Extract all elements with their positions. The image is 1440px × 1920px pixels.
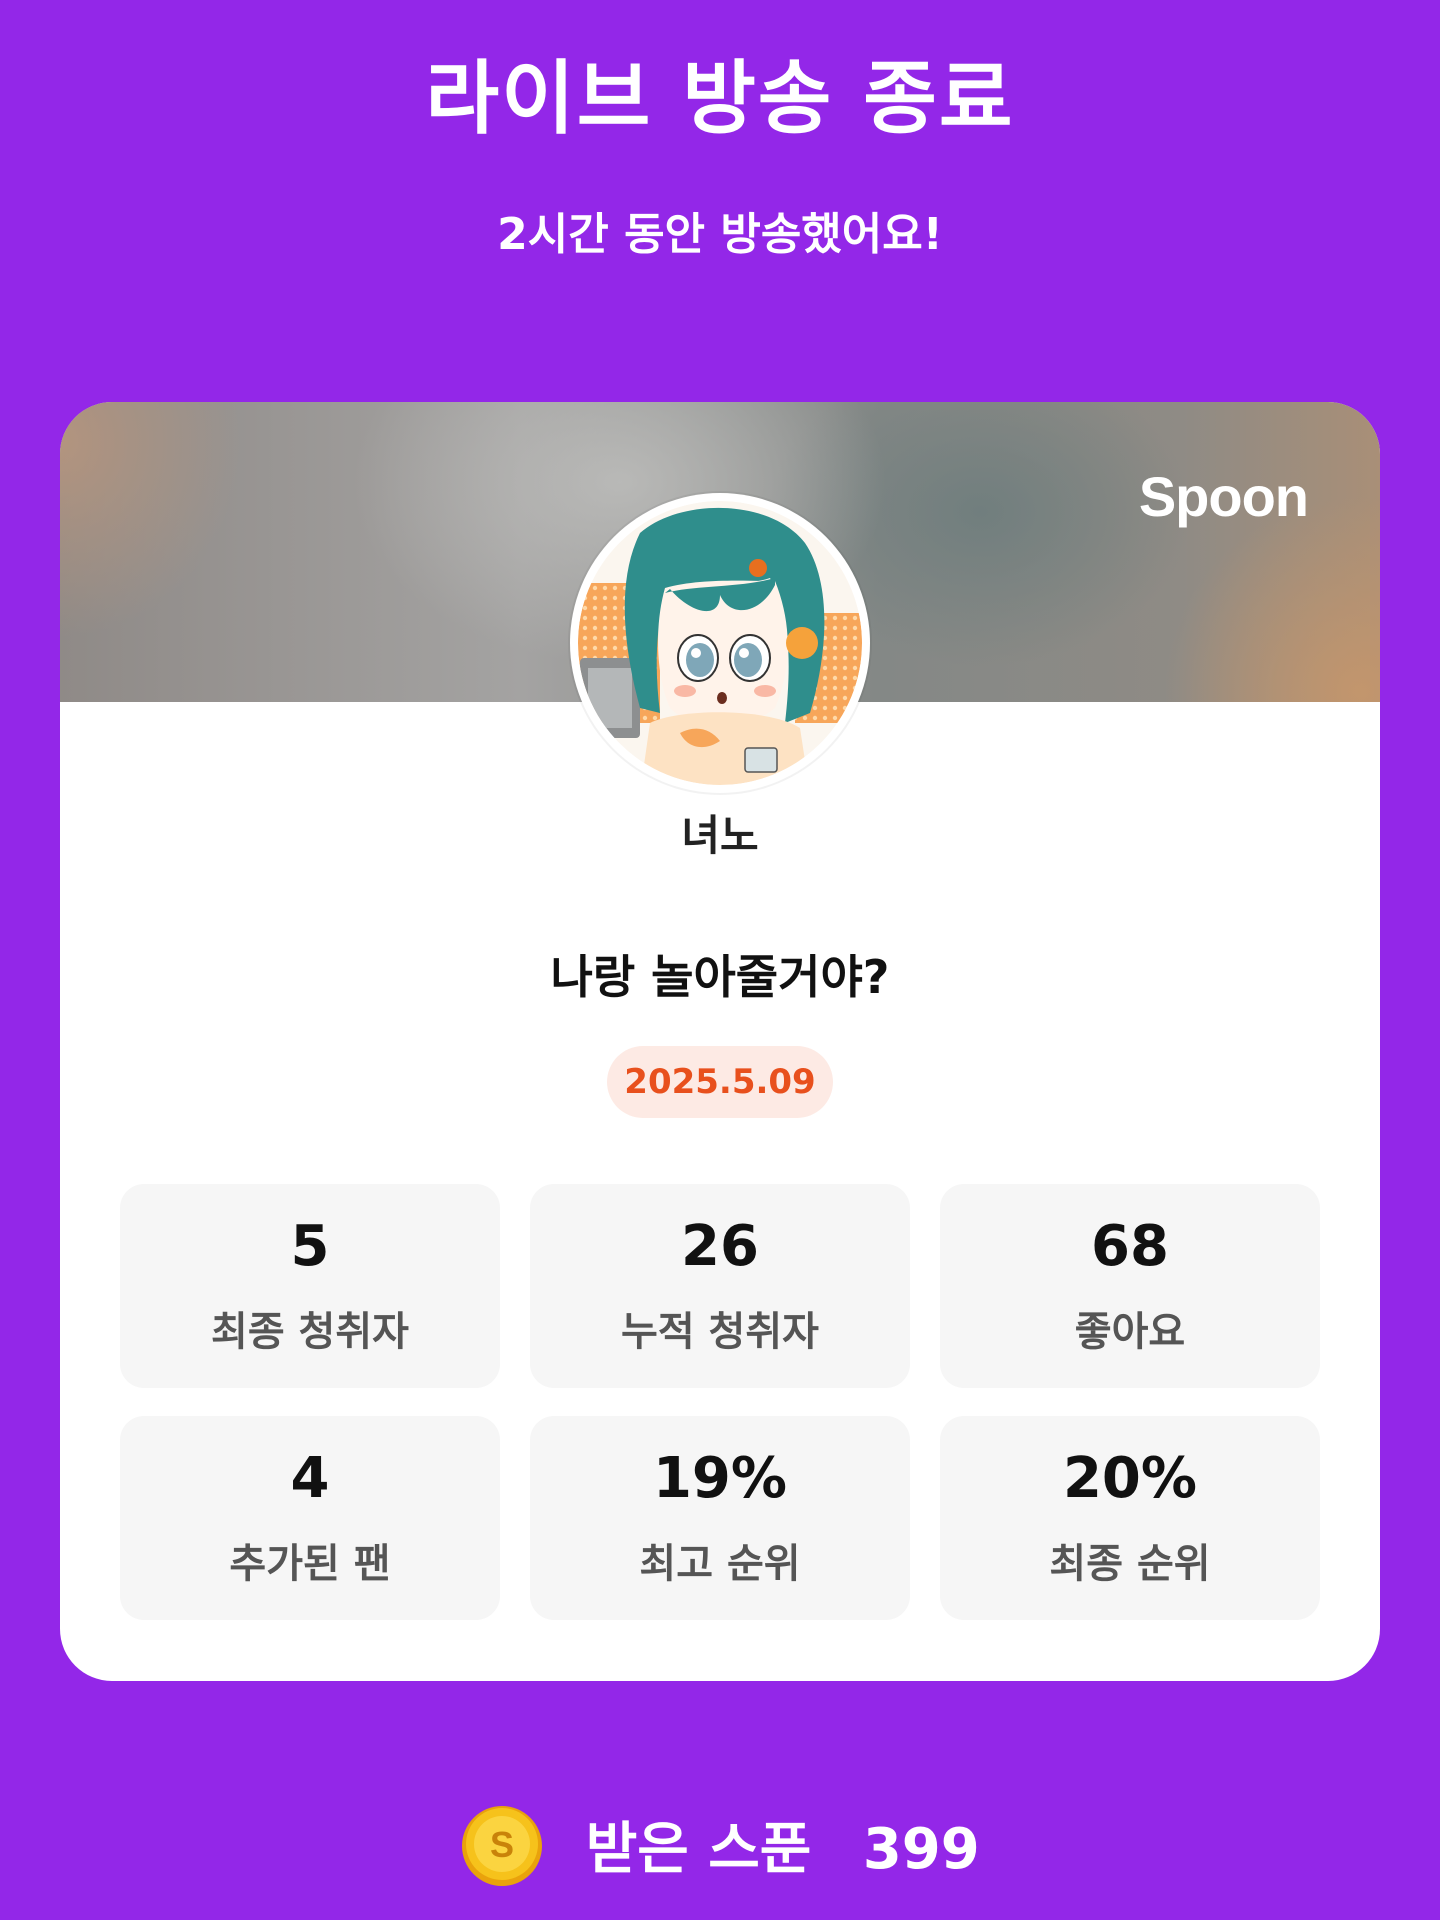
coin-letter: S [490, 1824, 514, 1865]
stat-value: 4 [290, 1446, 330, 1511]
stat-final-rank: 20% 최종 순위 [940, 1416, 1320, 1620]
stat-label: 최종 순위 [1049, 1541, 1211, 1587]
streamer-name: 녀노 [681, 811, 759, 860]
coin-s-icon: S [460, 1804, 544, 1888]
avatar-illustration [572, 495, 868, 791]
stat-value: 68 [1091, 1214, 1169, 1279]
received-spoons: S 받은 스푼 399 [0, 1802, 1440, 1892]
stat-value: 19% [652, 1446, 788, 1511]
page-title: 라이브 방송 종료 [425, 52, 1015, 145]
stat-label: 추가된 팬 [229, 1541, 391, 1587]
stat-label: 좋아요 [1074, 1309, 1186, 1355]
broadcast-summary-card: Spoon 녀노 나랑 놀아줄거야? 2025.5.09 5 최종 청취자 26… [60, 402, 1380, 1681]
broadcast-date-badge: 2025.5.09 [607, 1046, 833, 1118]
received-spoons-label: 받은 스푼 [585, 1816, 812, 1882]
stat-label: 최종 청취자 [211, 1309, 409, 1355]
stat-likes: 68 좋아요 [940, 1184, 1320, 1388]
stat-top-rank: 19% 최고 순위 [530, 1416, 910, 1620]
stat-value: 20% [1062, 1446, 1198, 1511]
stat-label: 최고 순위 [639, 1541, 801, 1587]
received-spoons-count: 399 [862, 1816, 980, 1882]
spoon-logo: Spoon [1138, 465, 1309, 528]
stat-value: 26 [681, 1214, 759, 1279]
stat-value: 5 [290, 1214, 330, 1279]
stats-grid: 5 최종 청취자 26 누적 청취자 68 좋아요 4 추가된 팬 19% 최고… [120, 1184, 1320, 1620]
stream-title: 나랑 놀아줄거야? [550, 950, 890, 1004]
stat-label: 누적 청취자 [621, 1309, 819, 1355]
stat-added-fans: 4 추가된 팬 [120, 1416, 500, 1620]
stat-final-listeners: 5 최종 청취자 [120, 1184, 500, 1388]
streamer-avatar[interactable] [570, 493, 870, 793]
stat-cumulative-listeners: 26 누적 청취자 [530, 1184, 910, 1388]
broadcast-duration-text: 2시간 동안 방송했어요! [497, 209, 943, 260]
